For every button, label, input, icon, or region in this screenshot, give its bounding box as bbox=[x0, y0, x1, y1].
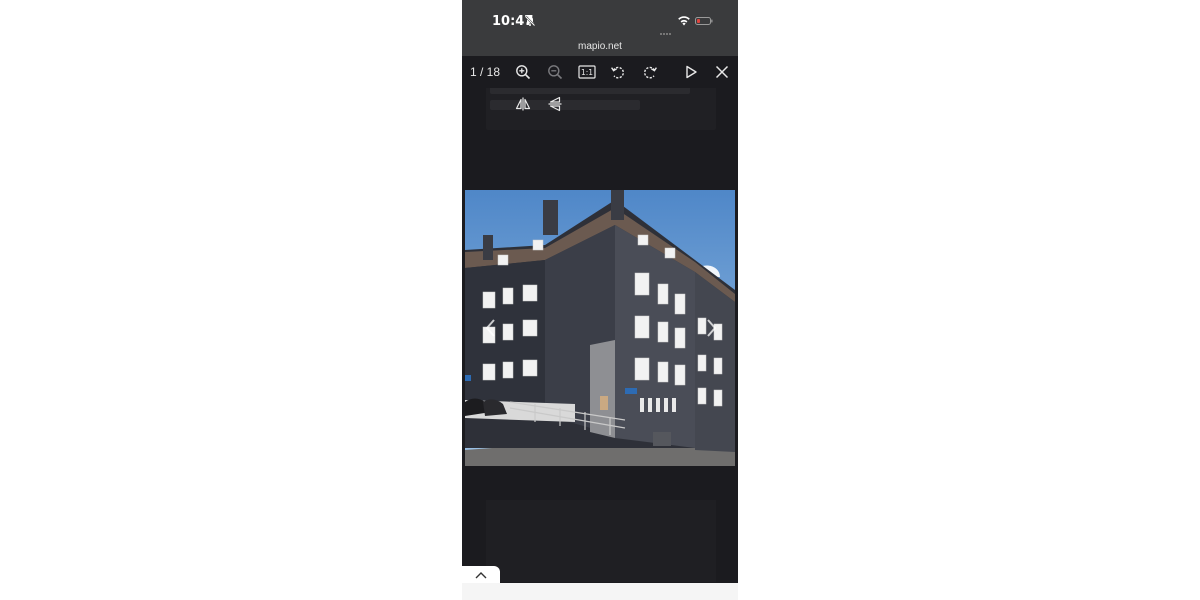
actual-size-button[interactable]: 1:1 bbox=[578, 64, 596, 80]
building-photo[interactable] bbox=[465, 190, 735, 466]
zoom-in-icon bbox=[516, 65, 531, 80]
slideshow-play-button[interactable] bbox=[683, 64, 699, 80]
zoom-out-icon bbox=[548, 65, 563, 80]
image-counter: 1 / 18 bbox=[470, 65, 501, 79]
previous-image-icon[interactable] bbox=[484, 318, 498, 338]
wifi-icon bbox=[678, 16, 690, 26]
zoom-in-button[interactable] bbox=[515, 64, 531, 80]
background-card bbox=[486, 500, 716, 582]
url-bar[interactable]: mapio.net bbox=[462, 40, 738, 56]
scroll-up-button[interactable] bbox=[462, 566, 500, 584]
flip-vertical-icon bbox=[548, 96, 562, 112]
close-button[interactable] bbox=[714, 64, 730, 80]
phone-screen: 10:47 mapio.net 1 / 18 1:1 bbox=[462, 0, 738, 600]
next-image-icon[interactable] bbox=[704, 318, 718, 338]
actual-size-label: 1:1 bbox=[581, 68, 593, 77]
viewer-toolbar: 1 / 18 1:1 bbox=[462, 56, 738, 88]
flip-horizontal-button[interactable] bbox=[515, 96, 531, 112]
flip-vertical-button[interactable] bbox=[547, 96, 563, 112]
zoom-out-button[interactable] bbox=[547, 64, 563, 80]
chevron-up-icon bbox=[475, 572, 487, 579]
rotate-right-icon bbox=[644, 66, 657, 79]
viewer-secondary-toolbar bbox=[462, 88, 738, 120]
status-bar: 10:47 bbox=[462, 0, 738, 40]
play-icon bbox=[686, 65, 697, 79]
rotate-left-icon bbox=[611, 66, 624, 79]
battery-low-icon bbox=[695, 17, 713, 25]
url-text: mapio.net bbox=[578, 41, 622, 52]
close-icon bbox=[715, 65, 729, 79]
actual-size-icon: 1:1 bbox=[578, 65, 596, 79]
rotate-right-button[interactable] bbox=[642, 64, 658, 80]
browser-bottom-bar bbox=[462, 583, 738, 600]
signal-icon bbox=[660, 22, 672, 40]
flip-horizontal-icon bbox=[515, 97, 531, 111]
bell-slash-icon bbox=[524, 15, 536, 27]
rotate-left-button[interactable] bbox=[610, 64, 626, 80]
